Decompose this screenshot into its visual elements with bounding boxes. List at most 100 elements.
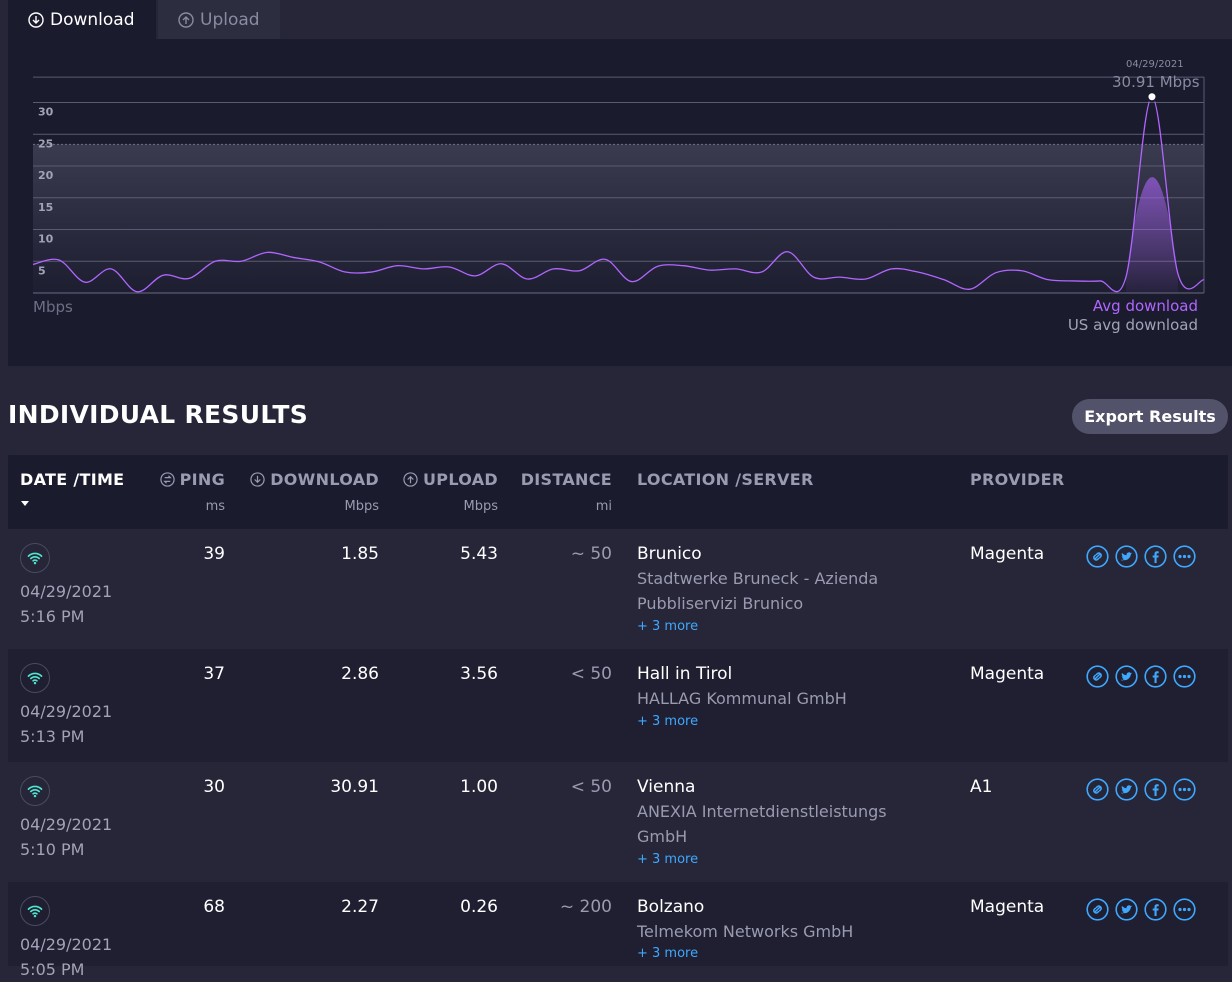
facebook-icon[interactable]: [1144, 898, 1167, 921]
wifi-icon: [20, 663, 50, 693]
download-circle-icon: [28, 11, 44, 28]
result-time: 5:05 PM: [20, 960, 85, 979]
column-header-provider[interactable]: PROVIDER: [970, 470, 1065, 489]
more-options-icon[interactable]: [1173, 898, 1196, 921]
provider-name: Magenta: [970, 897, 1045, 917]
column-unit-distance: mi: [595, 499, 612, 514]
server-name: ANEXIA Internetdienstleistungs GmbH: [637, 802, 887, 846]
column-header-download[interactable]: DOWNLOAD: [250, 470, 379, 489]
link-icon[interactable]: [1086, 665, 1109, 688]
distance-value: < 50: [570, 777, 612, 797]
result-type-tabs: Download Upload: [8, 0, 1232, 39]
more-servers-link[interactable]: + 3 more: [637, 619, 698, 634]
more-options-icon[interactable]: [1173, 545, 1196, 568]
chart-plot: 5 10 15 20 25 30: [32, 76, 1205, 294]
result-date: 04/29/2021: [20, 702, 113, 721]
column-header-provider-label: PROVIDER: [970, 470, 1065, 489]
peak-value: 30.91 Mbps: [1112, 73, 1200, 91]
facebook-icon[interactable]: [1144, 665, 1167, 688]
column-header-distance[interactable]: DISTANCE: [521, 470, 612, 489]
result-datetime[interactable]: 04/29/2021 5:05 PM: [20, 932, 112, 982]
twitter-icon[interactable]: [1115, 545, 1138, 568]
upload-value: 3.56: [460, 664, 498, 684]
column-unit-ping: ms: [205, 499, 225, 514]
column-unit-download: Mbps: [344, 499, 380, 514]
location-name: Bolzano: [637, 897, 705, 917]
location-name: Hall in Tirol: [637, 664, 733, 684]
result-date: 04/29/2021: [20, 582, 113, 601]
upload-circle-icon: [178, 11, 194, 28]
share-actions: [1086, 898, 1196, 921]
y-axis-unit: Mbps: [33, 298, 73, 316]
twitter-icon[interactable]: [1115, 898, 1138, 921]
twitter-icon[interactable]: [1115, 665, 1138, 688]
provider-name: A1: [970, 777, 993, 797]
y-tick-label: 15: [38, 201, 53, 214]
tab-upload[interactable]: Upload: [158, 0, 280, 39]
facebook-icon[interactable]: [1144, 545, 1167, 568]
location-name: Brunico: [637, 544, 702, 564]
sort-descending-icon[interactable]: [21, 501, 29, 506]
share-actions: [1086, 665, 1196, 688]
distance-value: ~ 50: [570, 544, 612, 564]
legend-us-avg-download: US avg download: [1067, 316, 1198, 334]
link-icon[interactable]: [1086, 898, 1109, 921]
column-header-download-label: DOWNLOAD: [270, 470, 379, 489]
table-row[interactable]: 04/29/2021 5:16 PM 39 1.85 5.43 ~ 50 Brun…: [8, 529, 1228, 649]
more-servers-link[interactable]: + 3 more: [637, 852, 698, 867]
link-icon[interactable]: [1086, 778, 1109, 801]
result-datetime[interactable]: 04/29/2021 5:16 PM: [20, 579, 112, 629]
download-value: 2.86: [341, 664, 379, 684]
share-actions: [1086, 545, 1196, 568]
ping-value: 39: [203, 544, 225, 564]
y-tick-label: 25: [38, 137, 53, 150]
ping-value: 37: [203, 664, 225, 684]
download-value: 30.91: [330, 777, 379, 797]
provider-name: Magenta: [970, 664, 1045, 684]
table-row[interactable]: 04/29/2021 5:05 PM 68 2.27 0.26 ~ 200 Bol…: [8, 882, 1228, 979]
download-circle-icon: [250, 472, 265, 487]
tab-download-label: Download: [50, 9, 135, 30]
column-header-date[interactable]: DATE /TIME: [20, 470, 124, 489]
column-header-ping-label: PING: [179, 470, 225, 489]
result-date: 04/29/2021: [20, 935, 113, 954]
y-tick-label: 10: [38, 233, 54, 246]
server-name: Telmekom Networks GmbH: [637, 922, 854, 941]
more-servers-link[interactable]: + 3 more: [637, 946, 698, 961]
more-servers-link[interactable]: + 3 more: [637, 714, 698, 729]
wifi-icon: [20, 776, 50, 806]
peak-date: 04/29/2021: [1126, 59, 1184, 70]
column-header-upload[interactable]: UPLOAD: [403, 470, 498, 489]
column-header-location[interactable]: LOCATION /SERVER: [637, 470, 814, 489]
more-options-icon[interactable]: [1173, 778, 1196, 801]
more-options-icon[interactable]: [1173, 665, 1196, 688]
upload-value: 1.00: [460, 777, 498, 797]
column-header-ping[interactable]: PING: [159, 470, 225, 489]
column-header-upload-label: UPLOAD: [423, 470, 498, 489]
download-chart: 5 10 15 20 25 30 04/29/2021 30.91 Mbps Mbps A…: [8, 39, 1232, 366]
results-title: INDIVIDUAL RESULTS: [8, 400, 309, 429]
download-value: 1.85: [341, 544, 379, 564]
facebook-icon[interactable]: [1144, 778, 1167, 801]
table-row[interactable]: 04/29/2021 5:13 PM 37 2.86 3.56 < 50 Hall…: [8, 649, 1228, 762]
twitter-icon[interactable]: [1115, 778, 1138, 801]
distance-value: ~ 200: [559, 897, 612, 917]
column-header-location-label: LOCATION /SERVER: [637, 470, 814, 489]
results-table-header: DATE /TIME PING ms DOWNLOAD Mbps UPLOAD …: [8, 455, 1228, 529]
upload-value: 5.43: [460, 544, 498, 564]
table-row[interactable]: 04/29/2021 5:10 PM 30 30.91 1.00 < 50 Vie…: [8, 762, 1228, 882]
result-date: 04/29/2021: [20, 815, 113, 834]
peak-marker: [1146, 91, 1158, 103]
column-header-date-label: DATE /TIME: [20, 470, 125, 489]
export-results-button[interactable]: Export Results: [1072, 399, 1228, 434]
result-time: 5:16 PM: [20, 607, 85, 626]
legend-avg-download: Avg download: [1092, 297, 1198, 315]
y-tick-label: 30: [38, 106, 54, 119]
tab-download[interactable]: Download: [8, 0, 156, 39]
result-time: 5:10 PM: [20, 840, 85, 859]
result-datetime[interactable]: 04/29/2021 5:10 PM: [20, 812, 112, 862]
link-icon[interactable]: [1086, 545, 1109, 568]
wifi-icon: [20, 543, 50, 573]
server-name: HALLAG Kommunal GmbH: [637, 689, 847, 708]
result-datetime[interactable]: 04/29/2021 5:13 PM: [20, 699, 112, 749]
